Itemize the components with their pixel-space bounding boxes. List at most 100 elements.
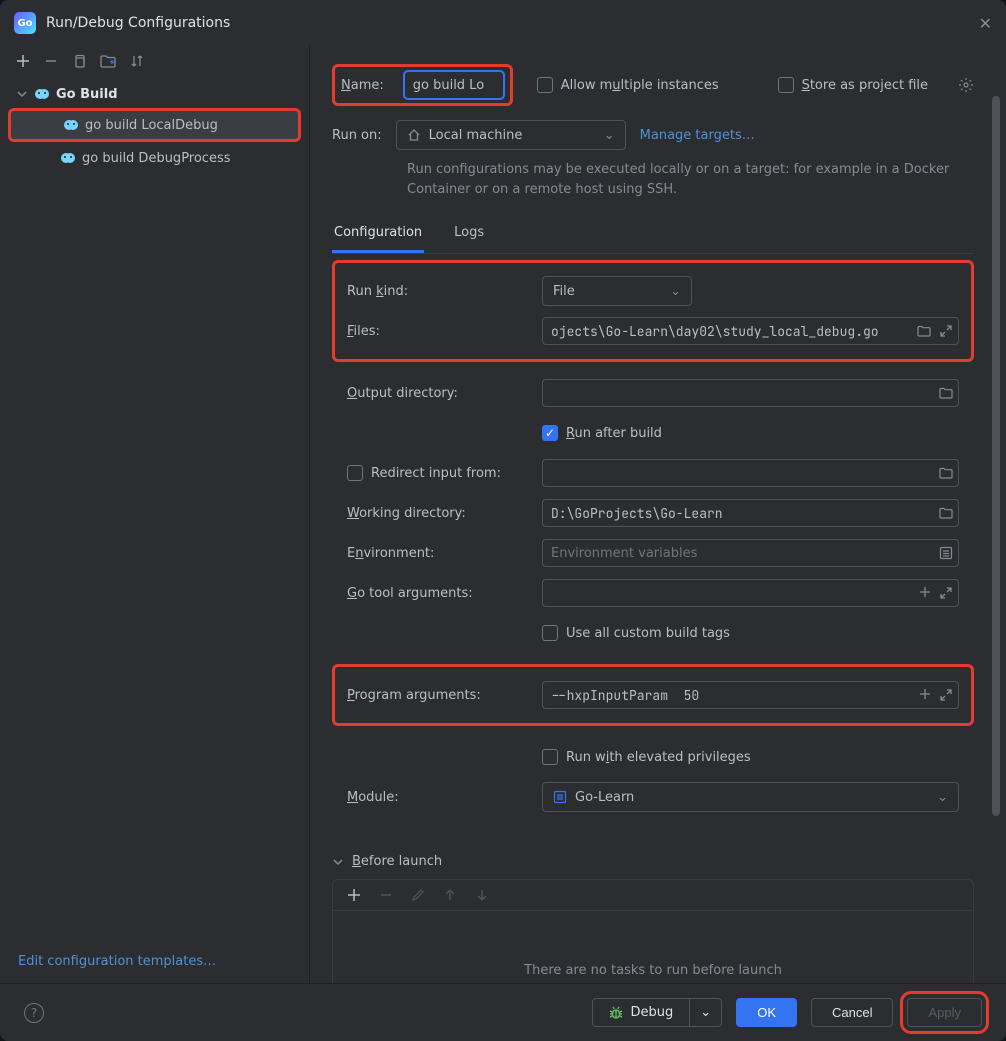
edit-task-icon	[411, 888, 425, 902]
redirect-input-label: Redirect input from:	[371, 466, 501, 481]
folder-icon[interactable]	[939, 386, 953, 400]
gotool-args-label: Go tool arguments:	[347, 586, 532, 601]
expand-icon[interactable]	[939, 324, 953, 338]
config-tree: Go Build go build LocalDebug go build De…	[0, 76, 309, 942]
edit-templates-link[interactable]: Edit configuration templates…	[18, 954, 216, 969]
ok-button[interactable]: OK	[736, 998, 797, 1027]
move-down-icon	[475, 888, 489, 902]
go-icon	[34, 86, 50, 102]
allow-multiple-checkbox[interactable]: Allow multiple instances	[537, 77, 719, 93]
titlebar: Go Run/Debug Configurations ✕	[0, 0, 1006, 46]
folder-icon[interactable]	[939, 506, 953, 520]
checkbox-icon	[542, 749, 558, 765]
add-config-icon[interactable]	[16, 54, 30, 68]
chevron-down-icon: ⌄	[670, 284, 681, 299]
dialog-title: Run/Debug Configurations	[46, 15, 230, 31]
manage-targets-link[interactable]: Manage targets…	[640, 128, 755, 143]
store-project-checkbox[interactable]: Store as project file	[778, 77, 928, 93]
elevated-label: Run with elevated privileges	[566, 750, 751, 765]
folder-icon[interactable]	[100, 54, 116, 68]
gotool-args-input[interactable]	[542, 579, 959, 607]
scrollbar[interactable]	[992, 96, 1000, 816]
use-all-tags-checkbox[interactable]: Use all custom build tags	[542, 625, 730, 641]
runon-label: Run on:	[332, 128, 382, 143]
main-area: Go Build go build LocalDebug go build De…	[0, 46, 1006, 983]
tabs: Configuration Logs	[332, 217, 974, 254]
close-icon[interactable]: ✕	[979, 14, 992, 33]
chevron-down-icon: ⌄	[937, 790, 948, 805]
bug-icon	[609, 1006, 623, 1020]
before-launch-section: Before launch There are no tasks to run …	[332, 854, 974, 983]
add-icon[interactable]	[919, 586, 931, 600]
remove-task-icon	[379, 888, 393, 902]
output-dir-label: Output directory:	[347, 386, 532, 401]
chevron-down-icon	[332, 856, 344, 868]
expand-icon[interactable]	[939, 688, 953, 702]
tree-root-label: Go Build	[56, 87, 118, 102]
sidebar-toolbar	[0, 46, 309, 76]
environment-input[interactable]	[542, 539, 959, 567]
module-icon	[553, 790, 567, 804]
expand-icon[interactable]	[939, 586, 953, 600]
tab-configuration[interactable]: Configuration	[332, 217, 424, 253]
add-task-icon[interactable]	[347, 888, 361, 902]
debug-label: Debug	[631, 1005, 674, 1020]
add-icon[interactable]	[919, 688, 931, 702]
files-input[interactable]	[542, 317, 959, 345]
checkbox-icon	[542, 625, 558, 641]
store-project-label: Store as project file	[802, 78, 928, 93]
name-input[interactable]	[404, 71, 504, 99]
elevated-checkbox[interactable]: Run with elevated privileges	[542, 749, 751, 765]
before-launch-toggle[interactable]: Before launch	[332, 854, 974, 869]
help-icon[interactable]: ?	[24, 1003, 44, 1023]
use-all-tags-label: Use all custom build tags	[566, 626, 730, 641]
runon-value: Local machine	[429, 128, 523, 143]
runon-help: Run configurations may be executed local…	[407, 160, 974, 199]
debug-dropdown-icon[interactable]: ⌄	[690, 999, 721, 1026]
tab-logs[interactable]: Logs	[452, 217, 486, 253]
tree-item-localdebug[interactable]: go build LocalDebug	[11, 111, 298, 139]
form-main: Output directory: ✓ Run after build	[332, 362, 974, 664]
remove-config-icon[interactable]	[44, 54, 58, 68]
checkbox-icon	[347, 465, 363, 481]
runkind-select[interactable]: File ⌄	[542, 276, 692, 306]
output-dir-input[interactable]	[542, 379, 959, 407]
checkbox-checked-icon: ✓	[542, 425, 558, 441]
before-launch-body: There are no tasks to run before launch	[332, 910, 974, 983]
form-prog-args: Program arguments:	[332, 664, 974, 726]
go-icon	[63, 117, 79, 133]
prog-args-input[interactable]	[542, 681, 959, 709]
home-icon	[407, 128, 421, 142]
run-after-build-checkbox[interactable]: ✓ Run after build	[542, 425, 662, 441]
content-scroll: Name: Allow multiple instances Store as …	[310, 46, 1006, 983]
folder-icon[interactable]	[939, 466, 953, 480]
tree-root-gobuild[interactable]: Go Build	[0, 82, 309, 106]
checkbox-icon	[778, 77, 794, 93]
module-select[interactable]: Go-Learn ⌄	[542, 782, 959, 812]
copy-config-icon[interactable]	[72, 54, 86, 68]
redirect-input-checkbox[interactable]: Redirect input from:	[347, 465, 501, 481]
working-dir-input[interactable]	[542, 499, 959, 527]
chevron-down-icon: ⌄	[604, 128, 615, 143]
cancel-button[interactable]: Cancel	[811, 998, 893, 1027]
go-icon	[60, 150, 76, 166]
run-debug-dialog: Go Run/Debug Configurations ✕ Go Build	[0, 0, 1006, 1041]
debug-button[interactable]: Debug ⌄	[592, 998, 723, 1027]
runkind-value: File	[553, 284, 575, 299]
content-panel: Name: Allow multiple instances Store as …	[310, 46, 1006, 983]
prog-args-label: Program arguments:	[347, 688, 532, 703]
runkind-label: Run kind:	[347, 284, 532, 299]
gear-icon[interactable]	[958, 77, 974, 93]
tree-item-debugprocess[interactable]: go build DebugProcess	[8, 144, 301, 172]
files-label: Files:	[347, 324, 532, 339]
before-launch-toolbar	[332, 879, 974, 910]
redirect-input-field[interactable]	[542, 459, 959, 487]
folder-icon[interactable]	[917, 324, 931, 338]
list-icon[interactable]	[939, 546, 953, 560]
sort-icon[interactable]	[130, 54, 144, 68]
apply-button[interactable]: Apply	[907, 998, 982, 1027]
runon-select[interactable]: Local machine ⌄	[396, 120, 626, 150]
working-dir-label: Working directory:	[347, 506, 532, 521]
tree-item-label: go build DebugProcess	[82, 151, 231, 166]
header-row: Name: Allow multiple instances Store as …	[332, 64, 974, 106]
